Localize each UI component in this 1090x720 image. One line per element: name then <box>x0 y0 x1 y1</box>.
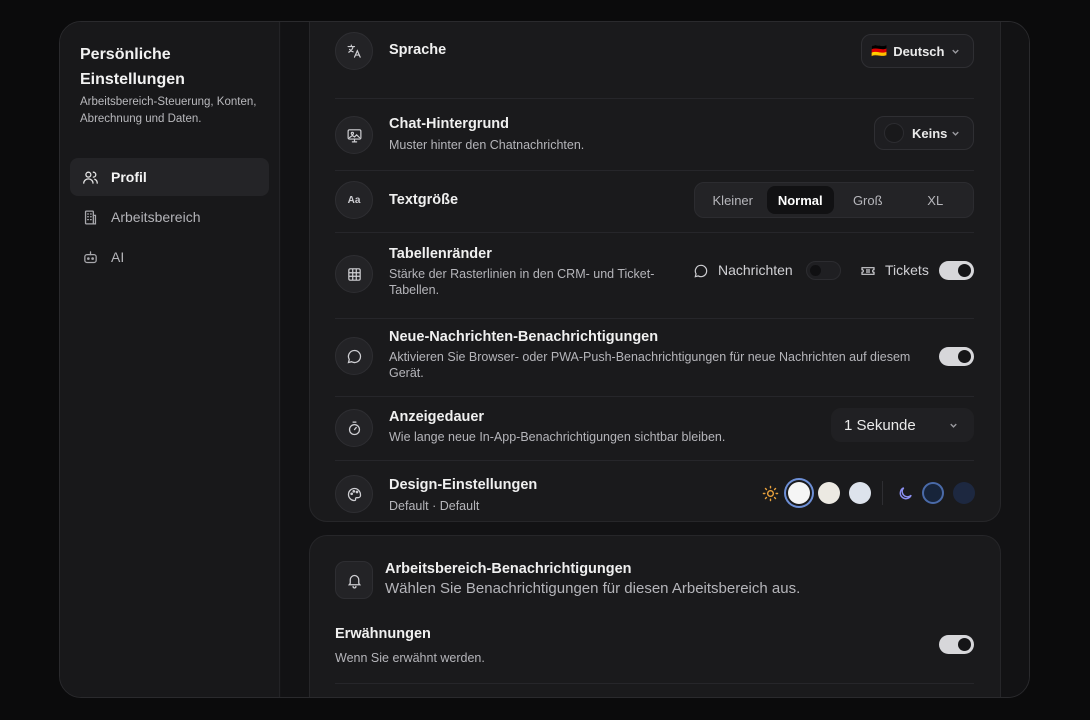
settings-content: Sprache 🇩🇪 Deutsch Chat-Hintergrund Must… <box>281 22 1029 697</box>
bot-icon <box>84 250 97 263</box>
divider <box>882 481 883 505</box>
chat-background-row: Chat-Hintergrund Muster hinter den Chatn… <box>335 104 974 166</box>
moon-icon <box>899 487 912 500</box>
building-icon <box>84 209 97 225</box>
design-desc: Default · Default <box>389 499 480 513</box>
tickets-toggle-label: Tickets <box>885 262 929 278</box>
new-messages-label: Neue-Nachrichten-Benachrichtigungen <box>389 329 659 345</box>
workspace-notifications-subtitle: Wählen Sie Benachrichtigungen für diesen… <box>385 580 801 597</box>
dark-theme-swatch-navy[interactable] <box>953 482 975 504</box>
design-row: Design-Einstellungen Default · Default <box>335 465 975 523</box>
message-icon <box>694 264 708 278</box>
translate-icon <box>335 32 373 70</box>
message-icon <box>335 337 373 375</box>
chat-background-value: Keins <box>912 125 948 141</box>
new-messages-desc: Aktivieren Sie Browser- oder PWA-Push-Be… <box>389 350 911 380</box>
chat-background-select[interactable]: Keins <box>874 116 974 150</box>
display-duration-desc: Wie lange neue In-App-Benachrichtigungen… <box>389 430 726 444</box>
mentions-toggle[interactable] <box>939 635 974 654</box>
sidebar-item-label: AI <box>111 249 125 265</box>
divider <box>335 396 974 397</box>
workspace-notifications-title: Arbeitsbereich-Benachrichtigungen <box>385 561 632 577</box>
table-borders-label: Tabellenränder <box>389 246 492 262</box>
language-row: Sprache 🇩🇪 Deutsch <box>335 27 974 77</box>
light-theme-swatch-default[interactable] <box>788 482 810 504</box>
display-duration-label: Anzeigedauer <box>389 409 485 425</box>
sidebar: Persönliche Einstellungen Arbeitsbereich… <box>60 22 280 697</box>
display-duration-value: 1 Sekunde <box>844 416 916 434</box>
sidebar-subtitle: Arbeitsbereich-Steuerung, Konten, Abrech… <box>80 96 257 125</box>
palette-icon <box>335 475 373 513</box>
divider <box>335 98 974 99</box>
language-label: Sprache <box>389 42 447 58</box>
divider <box>335 170 974 171</box>
workspace-notifications-header: Arbeitsbereich-Benachrichtigungen Wählen… <box>335 558 974 608</box>
new-messages-row: Neue-Nachrichten-Benachrichtigungen Akti… <box>335 319 974 395</box>
text-size-option-kleiner[interactable]: Kleiner <box>699 186 767 214</box>
appearance-card: Sprache 🇩🇪 Deutsch Chat-Hintergrund Must… <box>309 22 1001 523</box>
table-borders-desc: Stärke der Rasterlinien in den CRM- und … <box>389 267 655 297</box>
messages-toggle-label: Nachrichten <box>718 262 793 278</box>
design-label: Design-Einstellungen <box>389 477 538 493</box>
light-theme-swatch-warm[interactable] <box>818 482 840 504</box>
table-borders-row: Tabellenränder Stärke der Rasterlinien i… <box>335 239 974 311</box>
sidebar-item-label: Profil <box>111 169 147 185</box>
mentions-label: Erwähnungen <box>335 626 431 642</box>
chat-background-desc: Muster hinter den Chatnachrichten. <box>389 138 585 152</box>
messages-borders-toggle[interactable] <box>806 261 841 280</box>
workspace-notifications-card: Arbeitsbereich-Benachrichtigungen Wählen… <box>309 535 1001 697</box>
sidebar-item-label: Arbeitsbereich <box>111 209 201 225</box>
sidebar-title: Persönliche Einstellungen <box>80 46 185 88</box>
text-size-label: Textgröße <box>389 192 459 208</box>
text-size-option-gross[interactable]: Groß <box>834 186 902 214</box>
flag-de-icon: 🇩🇪 <box>871 43 888 58</box>
image-icon <box>335 116 373 154</box>
chat-background-label: Chat-Hintergrund <box>389 116 510 132</box>
divider <box>335 460 974 461</box>
sidebar-item-arbeitsbereich[interactable]: Arbeitsbereich <box>70 198 269 236</box>
text-size-option-xl[interactable]: XL <box>902 186 970 214</box>
display-duration-row: Anzeigedauer Wie lange neue In-App-Benac… <box>335 401 974 459</box>
language-select[interactable]: 🇩🇪 Deutsch <box>861 34 974 68</box>
light-theme-swatch-cool[interactable] <box>849 482 871 504</box>
text-size-option-normal[interactable]: Normal <box>766 186 834 214</box>
mentions-desc: Wenn Sie erwähnt werden. <box>335 651 485 665</box>
grid-icon <box>335 255 373 293</box>
tickets-borders-toggle[interactable] <box>939 261 974 280</box>
divider <box>335 232 974 233</box>
sidebar-item-ai[interactable]: AI <box>70 238 269 276</box>
settings-window: Persönliche Einstellungen Arbeitsbereich… <box>59 21 1030 698</box>
chevron-down-icon <box>950 423 957 428</box>
text-size-row: Aa Textgröße Kleiner Normal Groß XL <box>335 173 974 231</box>
text-size-segmented: Kleiner Normal Groß XL <box>694 182 974 218</box>
pattern-preview <box>884 123 904 143</box>
bell-icon <box>335 561 373 599</box>
ticket-icon <box>861 267 875 275</box>
new-messages-toggle[interactable] <box>939 347 974 366</box>
text-size-icon: Aa <box>335 181 373 219</box>
dark-theme-swatch-default[interactable] <box>922 482 944 504</box>
timer-icon <box>335 409 373 447</box>
chevron-down-icon <box>952 49 959 54</box>
display-duration-select[interactable]: 1 Sekunde <box>831 408 974 442</box>
users-icon <box>83 171 98 184</box>
sidebar-item-profil[interactable]: Profil <box>70 158 269 196</box>
sun-icon <box>762 485 779 502</box>
chevron-down-icon <box>952 131 959 136</box>
divider <box>335 683 974 684</box>
language-value: Deutsch <box>893 43 945 59</box>
mentions-row: Erwähnungen Wenn Sie erwähnt werden. <box>335 622 974 682</box>
